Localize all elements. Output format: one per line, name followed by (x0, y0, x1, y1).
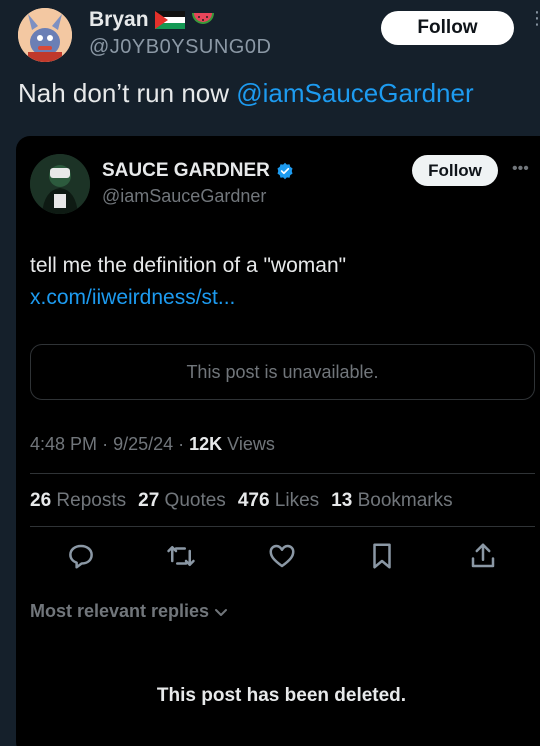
outer-tweet-header: Bryan @J0YB0YSUNG0D Follow ⋮ (0, 0, 540, 70)
quotes-label: Quotes (159, 490, 226, 511)
quoted-handle[interactable]: @iamSauceGardner (102, 186, 266, 207)
follow-button[interactable]: Follow (381, 11, 514, 45)
reply-icon[interactable] (66, 541, 96, 571)
post-meta: 4:48 PM · 9/25/24 · 12K Views (30, 434, 275, 455)
quotes-stat[interactable]: 27 Quotes (138, 490, 226, 512)
meta-separator: · (102, 434, 114, 454)
quoted-display-name[interactable]: SAUCE GARDNER (102, 160, 270, 182)
bookmark-icon[interactable] (367, 541, 397, 571)
bookmarks-count: 13 (331, 490, 353, 511)
likes-count: 476 (237, 490, 270, 511)
outer-tweet-text: Nah don’t run now @iamSauceGardner (18, 78, 474, 109)
divider (30, 526, 535, 527)
verified-icon (277, 162, 293, 180)
engagement-stats: 26 Reposts 27 Quotes 476 Likes 13 Bookma… (30, 490, 453, 512)
bookmarks-stat[interactable]: 13 Bookmarks (331, 490, 452, 512)
reply-sort-dropdown[interactable]: Most relevant replies (30, 601, 229, 622)
likes-stat[interactable]: 476 Likes (238, 490, 319, 512)
avatar-image (30, 154, 90, 214)
share-icon[interactable] (468, 541, 498, 571)
reposts-count: 26 (30, 490, 52, 511)
chevron-down-icon (215, 608, 228, 616)
more-icon[interactable]: ⋮ (528, 9, 540, 27)
outer-handle[interactable]: @J0YB0YSUNG0D (89, 36, 271, 59)
bookmarks-label: Bookmarks (352, 490, 453, 511)
reply-sort-label: Most relevant replies (30, 601, 210, 621)
divider (30, 473, 535, 474)
post-date[interactable]: 9/25/24 (113, 434, 173, 454)
deleted-post-notice: This post has been deleted. (156, 685, 407, 706)
views-label: Views (222, 434, 275, 454)
outer-name-row: Bryan (89, 8, 215, 32)
unavailable-text: This post is unavailable. (186, 361, 379, 382)
avatar[interactable] (18, 8, 72, 62)
quoted-tweet-text: tell me the definition of a "woman" x.co… (30, 250, 500, 314)
watermelon-icon (191, 13, 214, 24)
likes-label: Likes (269, 490, 320, 511)
more-icon[interactable]: ••• (512, 160, 529, 178)
action-bar (0, 541, 540, 573)
quoted-name-row: SAUCE GARDNER (102, 160, 294, 182)
like-icon[interactable] (267, 541, 297, 571)
unavailable-post-box: This post is unavailable. (30, 344, 535, 400)
quotes-count: 27 (138, 490, 160, 511)
mention-link[interactable]: @iamSauceGardner (236, 78, 473, 108)
outer-tweet-body: Nah don’t run now (18, 78, 237, 108)
post-time[interactable]: 4:48 PM (30, 434, 97, 454)
reposts-stat[interactable]: 26 Reposts (30, 490, 126, 512)
quoted-tweet-body: tell me the definition of a "woman" (30, 254, 347, 277)
avatar-image (18, 8, 72, 62)
repost-icon[interactable] (166, 541, 196, 571)
quoted-follow-button[interactable]: Follow (412, 155, 498, 186)
outer-display-name[interactable]: Bryan (89, 8, 149, 32)
quoted-avatar[interactable] (30, 154, 90, 214)
flag-icon (154, 11, 185, 29)
meta-separator: · (178, 434, 190, 454)
quoted-tweet-link[interactable]: x.com/iiweirdness/st... (30, 286, 235, 309)
reposts-label: Reposts (51, 490, 127, 511)
views-count: 12K (189, 434, 223, 454)
